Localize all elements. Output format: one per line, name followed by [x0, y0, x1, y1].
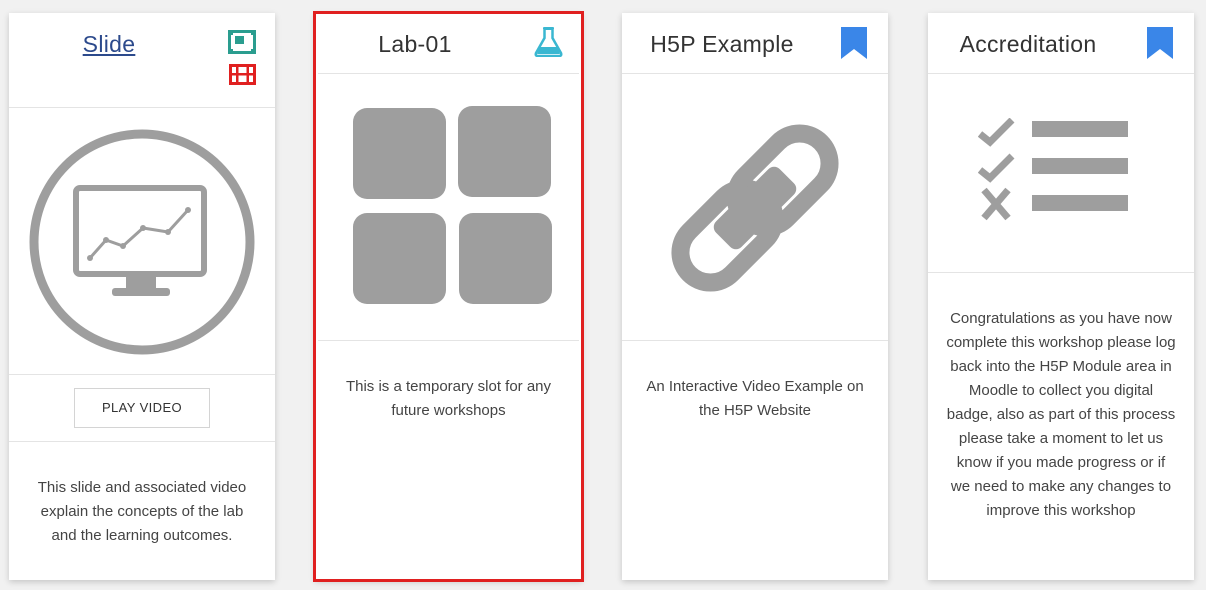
film-icon[interactable]: [229, 64, 256, 85]
card-h5p-example[interactable]: H5P Example An Interactive Video Example…: [622, 13, 888, 580]
card-description: This is a temporary slot for any future …: [345, 378, 552, 419]
flask-icon[interactable]: [534, 27, 563, 57]
card-accreditation[interactable]: Accreditation Congratulations as you hav…: [928, 13, 1194, 580]
play-video-button[interactable]: PLAY VIDEO: [74, 388, 210, 428]
monitor-chart-icon: [29, 129, 255, 355]
card-description: An Interactive Video Example on the H5P …: [646, 378, 864, 419]
card-slide[interactable]: Slide PLAY VIDEO This slide and associat…: [9, 13, 275, 580]
bookmark-icon[interactable]: [1147, 27, 1173, 59]
card-title: Lab-01: [378, 31, 452, 57]
card-description: This slide and associated video explain …: [37, 479, 247, 544]
chain-link-icon: [671, 124, 839, 292]
card-description: Congratulations as you have now complete…: [946, 310, 1176, 519]
card-lab-01[interactable]: Lab-01 This is a temporary slot for any …: [313, 11, 584, 582]
card-title-link[interactable]: Slide: [9, 31, 209, 58]
card-title: H5P Example: [650, 31, 794, 57]
card-title: Accreditation: [959, 31, 1097, 57]
checklist-icon: [978, 118, 1128, 221]
bookmark-icon[interactable]: [841, 27, 867, 59]
slide-icon[interactable]: [228, 30, 256, 54]
grid-tiles-icon: [353, 106, 552, 304]
